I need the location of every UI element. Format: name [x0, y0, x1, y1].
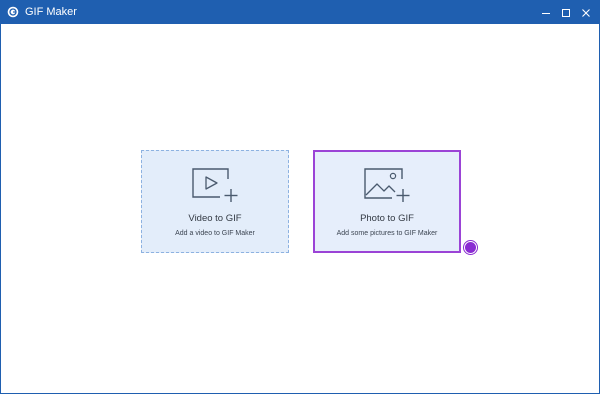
app-window: GIF Maker Video to GIF Add a video to GI…: [0, 0, 600, 394]
video-to-gif-subtitle: Add a video to GIF Maker: [175, 230, 255, 237]
video-to-gif-title: Video to GIF: [188, 213, 242, 224]
click-indicator-icon: [464, 241, 477, 254]
maximize-icon: [561, 8, 570, 17]
title-bar: GIF Maker: [1, 1, 599, 24]
photo-add-icon: [364, 168, 410, 202]
minimize-icon: [541, 12, 550, 14]
maximize-button[interactable]: [557, 4, 574, 21]
close-icon: [581, 8, 590, 17]
video-to-gif-card[interactable]: Video to GIF Add a video to GIF Maker: [141, 150, 289, 253]
video-add-icon: [192, 168, 238, 202]
app-logo-icon: [7, 6, 19, 18]
window-title: GIF Maker: [25, 6, 77, 18]
photo-to-gif-card[interactable]: Photo to GIF Add some pictures to GIF Ma…: [313, 150, 461, 253]
photo-to-gif-subtitle: Add some pictures to GIF Maker: [336, 230, 438, 237]
photo-to-gif-title: Photo to GIF: [360, 213, 414, 224]
close-button[interactable]: [577, 4, 594, 21]
minimize-button[interactable]: [537, 4, 554, 21]
